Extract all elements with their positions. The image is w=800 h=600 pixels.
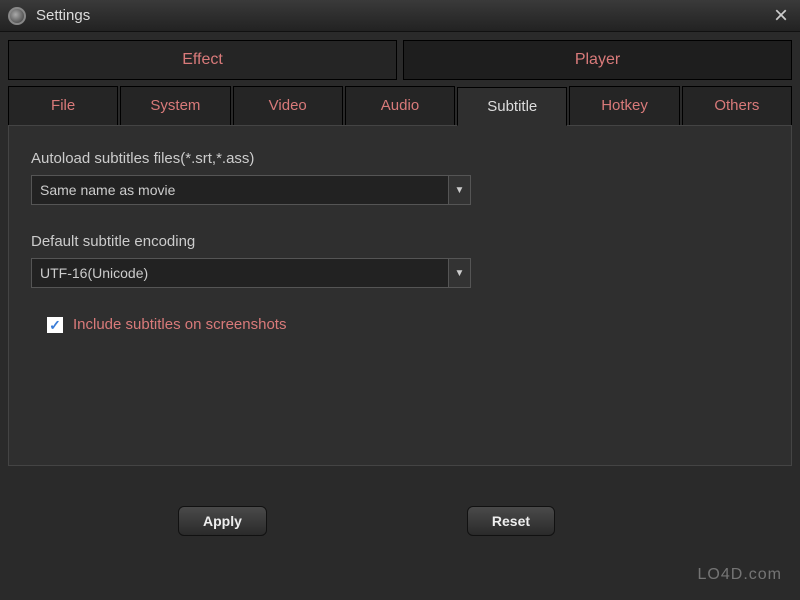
encoding-value: UTF-16(Unicode) bbox=[40, 265, 148, 281]
tab-effect[interactable]: Effect bbox=[8, 40, 397, 80]
check-icon: ✓ bbox=[49, 318, 61, 332]
autoload-select[interactable]: Same name as movie ▼ bbox=[31, 175, 471, 205]
encoding-select[interactable]: UTF-16(Unicode) ▼ bbox=[31, 258, 471, 288]
subtab-audio[interactable]: Audio bbox=[345, 86, 455, 125]
encoding-label: Default subtitle encoding bbox=[31, 233, 769, 250]
subtab-system[interactable]: System bbox=[120, 86, 230, 125]
autoload-label: Autoload subtitles files(*.srt,*.ass) bbox=[31, 150, 769, 167]
window-title: Settings bbox=[36, 7, 90, 24]
reset-button[interactable]: Reset bbox=[467, 506, 555, 536]
button-row: Apply Reset bbox=[8, 506, 792, 536]
close-icon[interactable]: × bbox=[770, 4, 792, 28]
content-panel: Autoload subtitles files(*.srt,*.ass) Sa… bbox=[8, 126, 792, 466]
primary-tabs: Effect Player bbox=[8, 40, 792, 80]
apply-button[interactable]: Apply bbox=[178, 506, 267, 536]
watermark: LO4D.com bbox=[698, 566, 782, 584]
subtab-video[interactable]: Video bbox=[233, 86, 343, 125]
encoding-group: Default subtitle encoding UTF-16(Unicode… bbox=[31, 233, 769, 288]
autoload-group: Autoload subtitles files(*.srt,*.ass) Sa… bbox=[31, 150, 769, 205]
subtab-others[interactable]: Others bbox=[682, 86, 792, 125]
chevron-down-icon: ▼ bbox=[448, 259, 470, 287]
autoload-value: Same name as movie bbox=[40, 182, 175, 198]
subtab-hotkey[interactable]: Hotkey bbox=[569, 86, 679, 125]
chevron-down-icon: ▼ bbox=[448, 176, 470, 204]
include-subs-checkbox[interactable]: ✓ bbox=[47, 317, 63, 333]
subtab-file[interactable]: File bbox=[8, 86, 118, 125]
app-icon bbox=[8, 7, 26, 25]
include-subs-row: ✓ Include subtitles on screenshots bbox=[47, 316, 769, 333]
subtab-subtitle[interactable]: Subtitle bbox=[457, 87, 567, 126]
tab-player[interactable]: Player bbox=[403, 40, 792, 80]
titlebar: Settings × bbox=[0, 0, 800, 32]
sub-tabs: File System Video Audio Subtitle Hotkey … bbox=[8, 86, 792, 126]
include-subs-label[interactable]: Include subtitles on screenshots bbox=[73, 316, 286, 333]
